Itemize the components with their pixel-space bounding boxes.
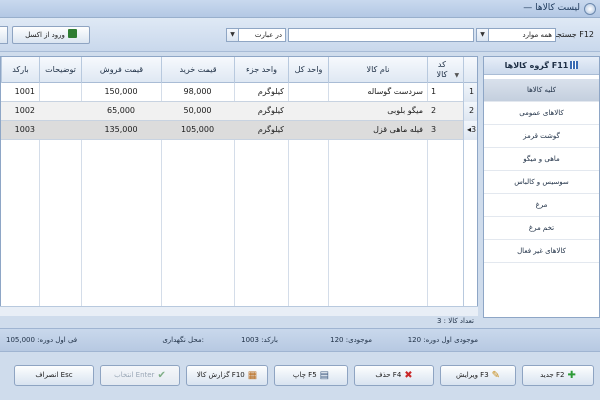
details-bar: موجودی اول دوره: 120 موجودی: 120 بارکد: … bbox=[0, 328, 600, 352]
row-index[interactable]: 2 bbox=[463, 102, 477, 121]
cell-barcode: 1003 bbox=[14, 125, 35, 134]
search-label: جستجو F12 bbox=[552, 30, 594, 39]
cell-name: میگو بلوبی bbox=[387, 106, 423, 115]
grid-icon bbox=[570, 61, 579, 69]
delete-button[interactable]: حذف F4 ✖ bbox=[354, 365, 434, 386]
group-item-chicken[interactable]: مرغ bbox=[484, 194, 599, 217]
column-header-unit-whole[interactable]: واحد کل bbox=[288, 57, 328, 83]
groups-header: گروه کالاها F11 bbox=[484, 57, 599, 75]
chevron-down-icon[interactable]: ▼ bbox=[477, 29, 489, 41]
select-button[interactable]: انتخاب Enter ✔ bbox=[100, 365, 180, 386]
cell-unit-whole bbox=[288, 102, 328, 121]
table-row[interactable]: 1 1 سردست گوساله کیلوگرم 98,000 150,000 … bbox=[1, 83, 477, 102]
excel-icon bbox=[67, 29, 77, 38]
cell-code: 3 bbox=[431, 125, 437, 134]
cell-unit-part: کیلوگرم bbox=[257, 87, 284, 96]
price-start: فی اول دوره: 105,000 bbox=[6, 336, 78, 344]
new-button[interactable]: جدید F2 ✚ bbox=[522, 365, 594, 386]
cell-description bbox=[39, 83, 81, 102]
group-item-general[interactable]: کالاهای عمومی bbox=[484, 102, 599, 125]
column-header-sell-price[interactable]: قیمت فروش bbox=[81, 57, 161, 83]
search-mode-select[interactable]: ▼ در عبارت bbox=[226, 28, 286, 42]
cell-barcode: 1001 bbox=[14, 87, 35, 96]
pencil-icon: ✎ bbox=[491, 370, 501, 381]
delete-icon: ✖ bbox=[404, 370, 413, 381]
cell-sell-price: 65,000 bbox=[107, 106, 135, 115]
plus-icon: ✚ bbox=[567, 370, 576, 381]
cell-code: 2 bbox=[431, 106, 437, 115]
search-input[interactable] bbox=[288, 28, 474, 42]
excel-import-button[interactable]: ورود از اکسل bbox=[12, 26, 90, 44]
cell-description bbox=[39, 102, 81, 121]
sort-arrow-icon: ▼ bbox=[454, 72, 460, 79]
group-item-red-meat[interactable]: گوشت قرمز bbox=[484, 125, 599, 148]
barcode-info: بارکد: 1003 bbox=[241, 336, 278, 344]
goods-count: تعداد کالا : 3 bbox=[436, 317, 474, 325]
stock-start: موجودی اول دوره: 120 bbox=[407, 336, 478, 344]
cancel-button[interactable]: انصراف Esc bbox=[14, 365, 94, 386]
column-header-barcode[interactable]: بارکد bbox=[1, 57, 39, 83]
table-row[interactable]: 2 2 میگو بلوبی کیلوگرم 50,000 65,000 100… bbox=[1, 102, 477, 121]
cell-unit-whole bbox=[288, 121, 328, 140]
storage-location: محل نگهداری: bbox=[162, 336, 204, 344]
edit-button[interactable]: ویرایش F3 ✎ bbox=[440, 365, 516, 386]
group-item-fish-shrimp[interactable]: ماهی و میگو bbox=[484, 148, 599, 171]
column-header-code[interactable]: کد کالا ▼ bbox=[427, 57, 463, 83]
cell-unit-part: کیلوگرم bbox=[257, 125, 284, 134]
cell-unit-whole bbox=[288, 83, 328, 102]
column-header-name[interactable]: نام کالا bbox=[328, 57, 427, 83]
group-item-eggs[interactable]: تخم مرغ bbox=[484, 217, 599, 240]
report-icon: ▦ bbox=[247, 370, 258, 381]
cell-sell-price: 135,000 bbox=[104, 125, 138, 134]
row-index[interactable]: ◂3 bbox=[463, 121, 477, 140]
count-bar: تعداد کالا : 3 bbox=[0, 316, 478, 327]
toolbar-left-button[interactable] bbox=[0, 26, 8, 44]
group-item-all[interactable]: کلیه کالاها bbox=[484, 79, 599, 102]
goods-grid: کد کالا ▼ نام کالا واحد کل واحد جزء قیمت… bbox=[0, 56, 478, 316]
report-button[interactable]: گزارش کالا F10 ▦ bbox=[186, 365, 268, 386]
print-button[interactable]: چاپ F5 ▤ bbox=[274, 365, 348, 386]
stock-current: موجودی: 120 bbox=[330, 336, 372, 344]
cell-barcode: 1002 bbox=[14, 106, 35, 115]
cell-name: فیله ماهی قزل bbox=[373, 125, 423, 134]
group-item-inactive[interactable]: کالاهای غیر فعال bbox=[484, 240, 599, 263]
cell-code: 1 bbox=[431, 87, 437, 96]
chevron-down-icon[interactable]: ▼ bbox=[227, 29, 239, 41]
cell-sell-price: 150,000 bbox=[104, 87, 138, 96]
search-field-select[interactable]: ▼ همه موارد bbox=[476, 28, 556, 42]
window-title: — لیست کالاها bbox=[523, 3, 580, 13]
column-header-unit-part[interactable]: واحد جزء bbox=[234, 57, 288, 83]
horizontal-scrollbar[interactable] bbox=[0, 306, 478, 316]
cell-name: سردست گوساله bbox=[367, 87, 423, 96]
app-icon bbox=[584, 3, 596, 15]
cell-description bbox=[39, 121, 81, 140]
table-row-selected[interactable]: ◂3 3 فیله ماهی قزل کیلوگرم 105,000 135,0… bbox=[1, 121, 477, 140]
column-header-buy-price[interactable]: قیمت خرید bbox=[161, 57, 234, 83]
search-toolbar: جستجو F12 ▼ همه موارد ▼ در عبارت ورود از… bbox=[0, 18, 600, 52]
cell-buy-price: 105,000 bbox=[180, 125, 215, 134]
cell-buy-price: 50,000 bbox=[183, 106, 212, 115]
title-bar: — لیست کالاها bbox=[0, 0, 600, 18]
goods-groups-panel: گروه کالاها F11 کلیه کالاها کالاهای عموم… bbox=[483, 56, 600, 318]
grid-header: کد کالا ▼ نام کالا واحد کل واحد جزء قیمت… bbox=[1, 57, 477, 83]
row-index[interactable]: 1 bbox=[463, 83, 477, 102]
action-bar: جدید F2 ✚ ویرایش F3 ✎ حذف F4 ✖ چاپ F5 ▤ گزار… bbox=[0, 352, 600, 400]
check-icon: ✔ bbox=[157, 370, 166, 381]
column-header-description[interactable]: توضیحات bbox=[39, 57, 81, 83]
row-header-corner bbox=[463, 57, 477, 83]
printer-icon: ▤ bbox=[319, 370, 330, 381]
cell-unit-part: کیلوگرم bbox=[257, 106, 284, 115]
cell-buy-price: 98,000 bbox=[183, 87, 212, 96]
group-item-sausage[interactable]: سوسیس و کالباس bbox=[484, 171, 599, 194]
